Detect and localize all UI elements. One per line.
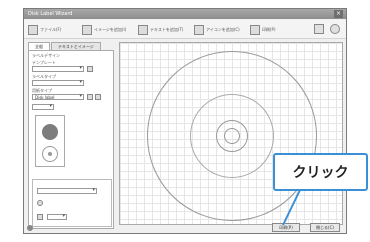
callout-pointer: [282, 189, 301, 226]
callout-text: クリック: [292, 165, 349, 181]
click-callout: クリック: [273, 153, 368, 191]
callout-line: [282, 189, 301, 226]
